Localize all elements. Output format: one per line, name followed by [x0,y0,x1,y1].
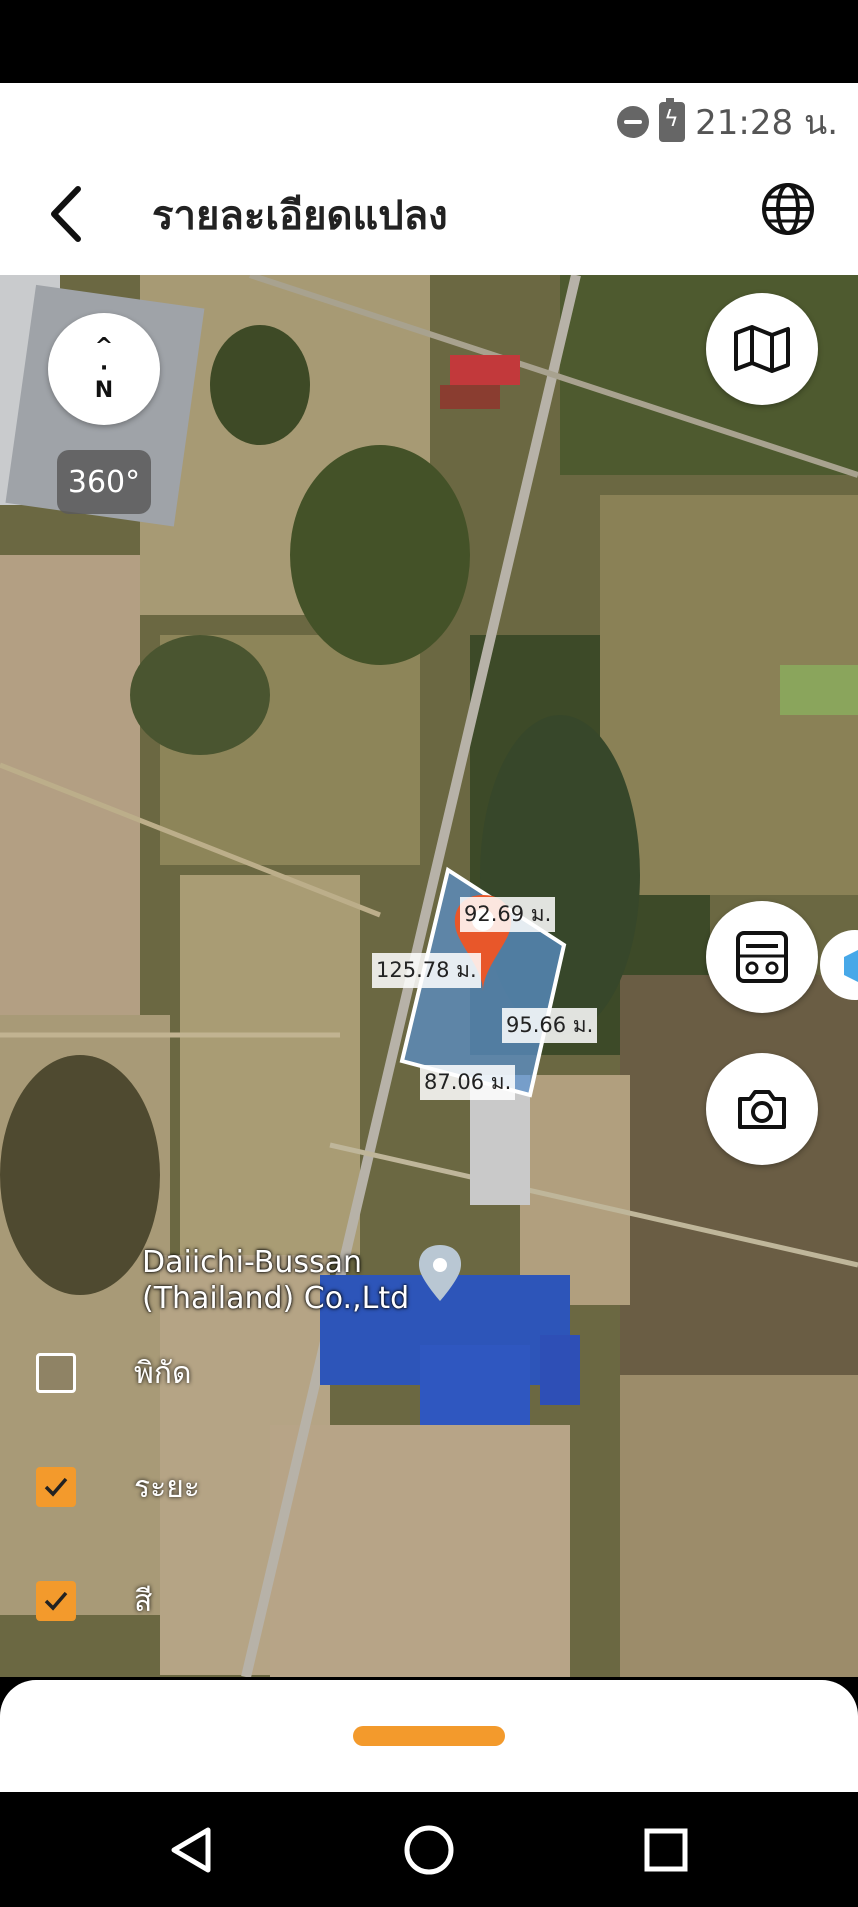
measurement-left: 125.78 ม. [372,953,481,988]
camera-icon [738,1090,786,1129]
checkmark-icon [44,1477,68,1497]
checkbox-unchecked[interactable] [36,1353,76,1393]
chevron-left-icon [51,186,81,242]
compass-icon: ^ · N [94,334,114,403]
system-nav-bar [0,1792,858,1907]
back-button[interactable] [40,181,100,247]
poi-name-line1: Daiichi-Bussan [142,1245,363,1280]
app-header: รายละเอียดแปลง [0,153,858,275]
layer-toggle-distance[interactable]: ระยะ [36,1466,200,1508]
battery-charging-icon [659,98,686,142]
measurement-right: 95.66 ม. [502,1008,598,1043]
bottom-sheet[interactable] [0,1680,858,1792]
layer-toggle-color[interactable]: สี [36,1580,152,1622]
checkbox-checked[interactable] [36,1581,76,1621]
poi-name-line2: (Thailand) Co.,Ltd [142,1281,410,1316]
poi-label[interactable]: Daiichi-Bussan (Thailand) Co.,Ltd [142,1245,409,1317]
page-title: รายละเอียดแปลง [152,193,448,239]
layer-toggle-coordinates[interactable]: พิกัด [36,1352,191,1394]
nav-back-button[interactable] [164,1822,220,1878]
nav-recents-button[interactable] [638,1822,694,1878]
calculator-button[interactable] [706,901,818,1013]
top-black-band [0,0,858,83]
map-type-button[interactable] [706,293,818,405]
view-360-button[interactable]: 360° [57,450,151,514]
nav-home-button[interactable] [401,1822,457,1878]
layer-label-color: สี [134,1583,153,1619]
recents-square-icon [644,1828,688,1872]
satellite-map[interactable]: ^ · N 360° 92.69 ม. 125.78 ม. 95.66 ม. 8… [0,275,858,1677]
sheet-drag-handle[interactable] [353,1726,505,1746]
status-time: 21:28 น. [695,103,838,143]
calculator-icon [736,931,788,983]
checkmark-icon [44,1591,68,1611]
measurement-top: 92.69 ม. [460,897,556,932]
map-icon [734,325,790,373]
measurement-bottom: 87.06 ม. [420,1065,516,1100]
language-button[interactable] [760,181,816,237]
compass-button[interactable]: ^ · N [48,313,160,425]
do-not-disturb-icon [617,106,650,138]
checkbox-checked[interactable] [36,1467,76,1507]
home-circle-icon [404,1825,454,1875]
layer-label-distance: ระยะ [134,1469,200,1505]
camera-button[interactable] [706,1053,818,1165]
back-triangle-icon [171,1827,211,1873]
layer-label-coordinates: พิกัด [134,1355,192,1391]
cube-icon [844,950,858,982]
status-bar: 21:28 น. [0,83,858,153]
globe-icon [762,183,814,235]
